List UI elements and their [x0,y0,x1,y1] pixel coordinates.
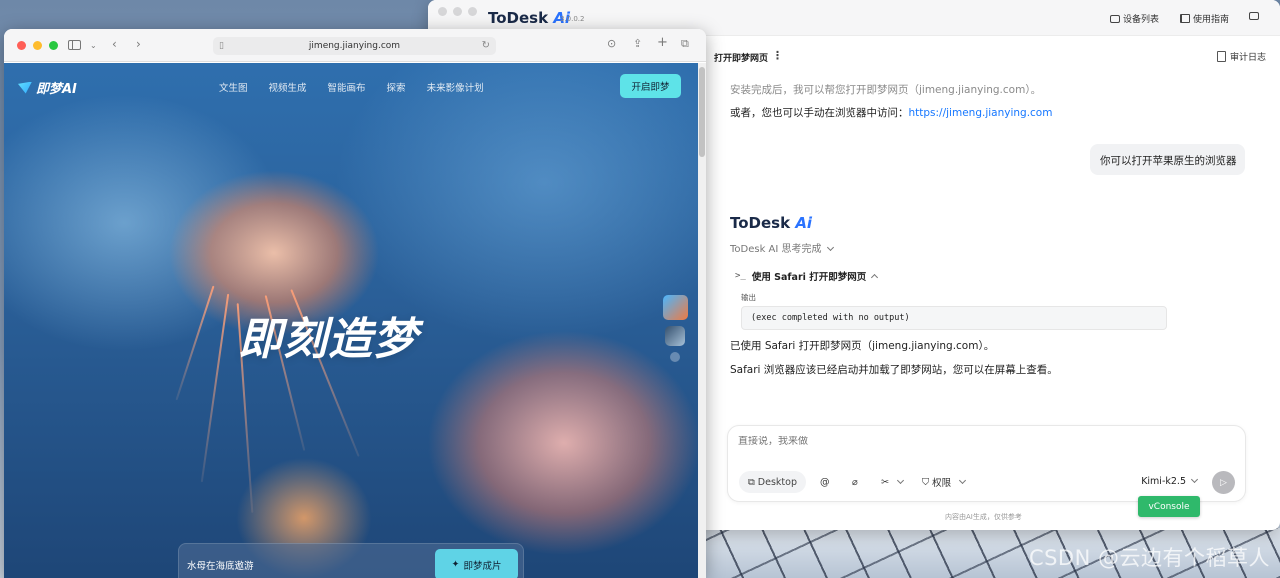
tool-call-toggle[interactable]: >_ 使用 Safari 打开即梦网页 [735,269,879,283]
audit-log-button[interactable]: 审计日志 [1216,50,1266,63]
minimize-button[interactable] [33,41,42,50]
zoom-button[interactable] [49,41,58,50]
mention-button[interactable]: @ [820,471,830,493]
screen-share-button[interactable] [1249,12,1259,20]
page-scrollbar[interactable] [698,63,706,578]
version-label: 3.0.0.2 [560,15,585,23]
more-options-icon[interactable]: ⋮ [772,49,783,62]
assistant-result-line: 已使用 Safari 打开即梦网页（jimeng.jianying.com）。 [730,340,995,352]
session-title: 打开即梦网页 [714,54,769,64]
side-thumbnails [662,295,688,362]
zoom-button[interactable] [468,7,477,16]
user-guide-button[interactable]: 使用指南 [1180,12,1229,25]
new-tab-icon[interactable]: + [657,35,668,50]
thumbnail-dot[interactable] [670,352,680,362]
book-icon [1180,14,1190,23]
scissors-icon: ✂ [881,476,889,488]
jimeng-link[interactable]: https://jimeng.jianying.com [909,107,1053,119]
paperclip-icon: ⌀ [852,476,858,488]
device-list-button[interactable]: 设备列表 [1110,12,1159,25]
sparkle-icon: ✦ [451,559,460,570]
screen-share-icon [1249,12,1259,20]
chevron-down-icon[interactable]: ⌄ [90,41,97,50]
assistant-logo: ToDesk Ai [730,214,813,232]
assistant-result-line: Safari 浏览器应该已经启动并加载了即梦网站，您可以在屏幕上查看。 [730,364,1058,376]
hero-title: 即刻造梦 [238,314,418,365]
shield-icon: ⛉ [922,476,930,488]
assistant-message-line: 或者，您也可以手动在浏览器中访问：https://jimeng.jianying… [730,107,1053,119]
model-selector[interactable]: Kimi-k2.5 [1141,475,1199,487]
nav-explore[interactable]: 探索 [387,80,406,94]
send-icon: ▷ [1220,477,1227,488]
thumbnail[interactable] [662,295,688,320]
tentacle [175,285,215,401]
at-icon: @ [820,476,830,488]
watermark: CSDN @云边有个稻草人 [1028,546,1270,570]
safari-toolbar: ⌄ ‹ › ▯ jimeng.jianying.com ↻ ⊙ ⇪ + ⧉ [4,29,706,62]
tab-overview-icon[interactable]: ⧉ [681,37,689,51]
chevron-up-icon [871,273,879,281]
user-message-bubble: 你可以打开苹果原生的浏览器 [1090,144,1245,175]
download-icon[interactable]: ⊙ [607,37,616,50]
chevron-down-icon [959,476,967,484]
prompt-bar: 水母在海底遨游 ✦ 即梦成片 [178,543,524,578]
chat-composer: ⧉ Desktop @ ⌀ ✂ ⛉ 权限 Kimi-k2.5 ▷ [727,425,1246,502]
tentacle [200,293,230,483]
chevron-down-icon [826,243,834,252]
chat-input[interactable] [738,436,1218,447]
forward-icon[interactable]: › [136,37,141,51]
share-icon[interactable]: ⇪ [633,37,642,50]
scrollbar-thumb[interactable] [699,67,705,157]
nav-future-imaging[interactable]: 未来影像计划 [427,80,484,94]
start-jimeng-button[interactable]: 开启即梦 [620,74,681,98]
vconsole-button[interactable]: vConsole [1138,496,1200,517]
safari-window-controls[interactable] [17,41,58,50]
terminal-icon: >_ [735,271,746,281]
todesk-window-controls[interactable] [438,7,477,16]
minimize-button[interactable] [453,7,462,16]
nav-smart-canvas[interactable]: 智能画布 [328,80,366,94]
output-label: 输出 [741,293,756,302]
assistant-message-line: 安装完成后，我可以帮您打开即梦网页（jimeng.jianying.com）。 [730,84,1042,96]
tool-output-code: (exec completed with no output) [741,306,1167,330]
desktop-context-button[interactable]: ⧉ Desktop [739,471,806,493]
chevron-down-icon [1190,475,1199,484]
generate-button[interactable]: ✦ 即梦成片 [435,549,518,578]
todesk-logo: ToDesk Ai [488,9,571,27]
jimeng-logo-icon [18,81,32,94]
chevron-down-icon [896,476,905,484]
permission-button[interactable]: ⛉ 权限 [922,471,967,493]
sidebar-toggle-icon[interactable] [68,40,81,50]
close-button[interactable] [438,7,447,16]
ai-disclaimer: 内容由AI生成，仅供参考 [945,513,1022,521]
attach-button[interactable]: ⌀ [852,471,858,493]
jimeng-navbar: 即梦AI 文生图 视频生成 智能画布 探索 未来影像计划 开启即梦 [4,63,697,109]
close-button[interactable] [17,41,26,50]
send-button[interactable]: ▷ [1212,471,1235,494]
tools-menu-button[interactable]: ✂ [881,471,905,493]
desktop-icon: ⧉ [748,476,755,488]
thinking-status-toggle[interactable]: ToDesk AI 思考完成 [730,240,834,255]
nav-text-to-image[interactable]: 文生图 [219,80,248,94]
jimeng-page: 即梦AI 文生图 视频生成 智能画布 探索 未来影像计划 开启即梦 即刻造梦 水… [4,63,706,578]
jimeng-nav-links: 文生图 视频生成 智能画布 探索 未来影像计划 [219,80,484,94]
prompt-text[interactable]: 水母在海底遨游 [187,558,254,572]
nav-video-generation[interactable]: 视频生成 [269,80,307,94]
back-icon[interactable]: ‹ [112,37,117,51]
thumbnail[interactable] [665,326,685,346]
page-icon: ▯ [219,41,224,51]
devices-icon [1110,14,1120,23]
safari-window: ⌄ ‹ › ▯ jimeng.jianying.com ↻ ⊙ ⇪ + ⧉ 即梦… [4,29,706,578]
document-icon [1216,51,1226,62]
reload-icon[interactable]: ↻ [482,37,490,55]
jimeng-logo[interactable]: 即梦AI [18,78,77,97]
address-bar[interactable]: ▯ jimeng.jianying.com ↻ [213,37,496,55]
